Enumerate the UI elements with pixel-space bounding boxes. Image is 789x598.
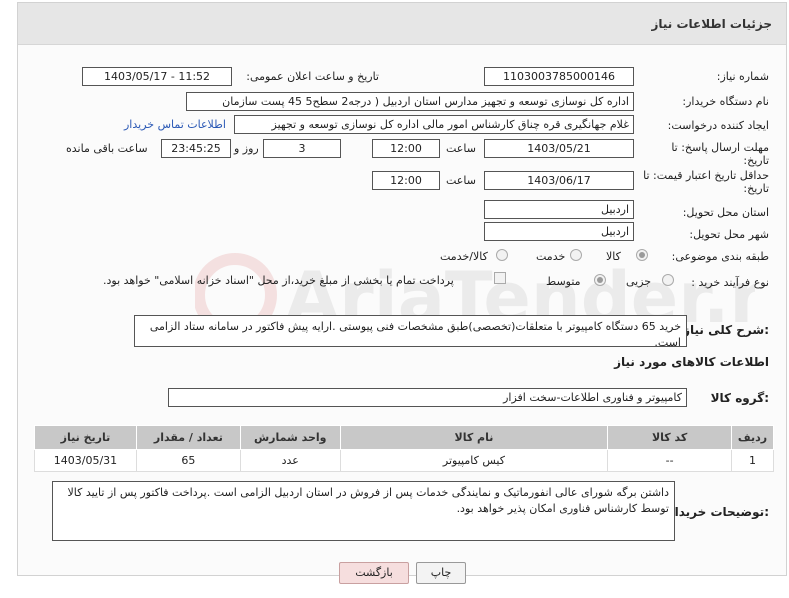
province-field: اردبیل [484,200,634,219]
purchase-option-medium: متوسط [546,275,581,288]
need-number-field: 1103003785000146 [484,67,634,86]
remaining-time-field: 23:45:25 [161,139,231,158]
deadline-time-label: ساعت [446,142,476,155]
goods-group-field: کامپیوتر و فناوری اطلاعات-سخت افزار [168,388,687,407]
cell-unit: عدد [239,449,341,472]
col-item-name: نام کالا [339,425,609,450]
buyer-org-field: اداره کل نوسازی توسعه و تجهیز مدارس استا… [186,92,634,111]
purchase-radio-partial[interactable] [662,274,674,286]
cell-item-code: -- [607,449,732,472]
back-button[interactable]: بازگشت [339,562,409,584]
table-row: 1403/05/31 65 عدد کیس کامپیوتر -- 1 [34,449,775,472]
days-count-field: 3 [263,139,341,158]
buyer-notes-label: توضیحات خریدار: [667,505,769,519]
category-option-service: خدمت [536,250,566,263]
province-label: استان محل تحویل: [682,206,769,219]
col-item-code: کد کالا [607,425,732,450]
category-option-goods-service: کالا/خدمت [440,250,488,263]
category-radio-goods[interactable] [636,249,648,261]
city-label: شهر محل تحویل: [689,228,769,241]
col-unit: واحد شمارش [239,425,341,450]
validity-time-label: ساعت [446,174,476,187]
cell-item-name: کیس کامپیوتر [339,449,609,472]
validity-time-field: 12:00 [372,171,440,190]
validity-label-date: تاریخ: [743,182,769,195]
col-need-date: تاریخ نیاز [34,425,137,450]
announce-label: تاریخ و ساعت اعلان عمومی: [246,70,379,83]
deadline-label-date: تاریخ: [743,154,769,167]
validity-date-field: 1403/06/17 [484,171,634,190]
header-bar: جزئیات اطلاعات نیاز [18,3,786,45]
category-option-goods: کالا [606,250,621,263]
goods-section-title: اطلاعات کالاهای مورد نیاز [614,355,769,369]
buyer-org-label: نام دستگاه خریدار: [682,95,769,108]
remaining-label: ساعت باقی مانده [66,142,148,155]
col-quantity: تعداد / مقدار [135,425,241,450]
buyer-notes-field: داشتن برگه شورای عالی انفورماتیک و نماین… [52,481,675,541]
print-button[interactable]: چاپ [416,562,466,584]
deadline-date-field: 1403/05/21 [484,139,634,158]
announce-field: 1403/05/17 - 11:52 [82,67,232,86]
description-label: شرح کلی نیاز: [683,323,769,337]
days-label: روز و [234,142,259,155]
payment-note: پرداخت تمام یا بخشی از مبلغ خرید،از محل … [103,274,454,287]
category-label: طبقه بندی موضوعی: [671,250,769,263]
col-row: ردیف [730,425,775,450]
purchase-option-partial: جزیی [626,275,652,288]
deadline-time-field: 12:00 [372,139,440,158]
city-field: اردبیل [484,222,634,241]
treasury-checkbox[interactable] [494,272,506,284]
category-radio-goods-service[interactable] [496,249,508,261]
deadline-label: مهلت ارسال پاسخ: تا [671,141,769,154]
validity-label: حداقل تاریخ اعتبار قیمت: تا [643,169,769,182]
purchase-type-label: نوع فرآیند خرید : [691,276,769,289]
description-field: خرید 65 دستگاه کامپیوتر با متعلقات(تخصصی… [134,315,687,347]
category-radio-service[interactable] [570,249,582,261]
buyer-contact-link[interactable]: اطلاعات تماس خریدار [124,118,226,131]
requester-field: غلام جهانگیری قره چناق کارشناس امور مالی… [234,115,634,134]
goods-table: تاریخ نیاز تعداد / مقدار واحد شمارش نام … [34,425,775,472]
cell-row: 1 [730,449,775,472]
cell-quantity: 65 [135,449,241,472]
page-title: جزئیات اطلاعات نیاز [651,17,772,31]
goods-group-label: گروه کالا: [710,391,769,405]
requester-label: ایجاد کننده درخواست: [667,119,769,132]
purchase-radio-medium[interactable] [594,274,606,286]
cell-need-date: 1403/05/31 [34,449,137,472]
need-number-label: شماره نیاز: [716,70,769,83]
